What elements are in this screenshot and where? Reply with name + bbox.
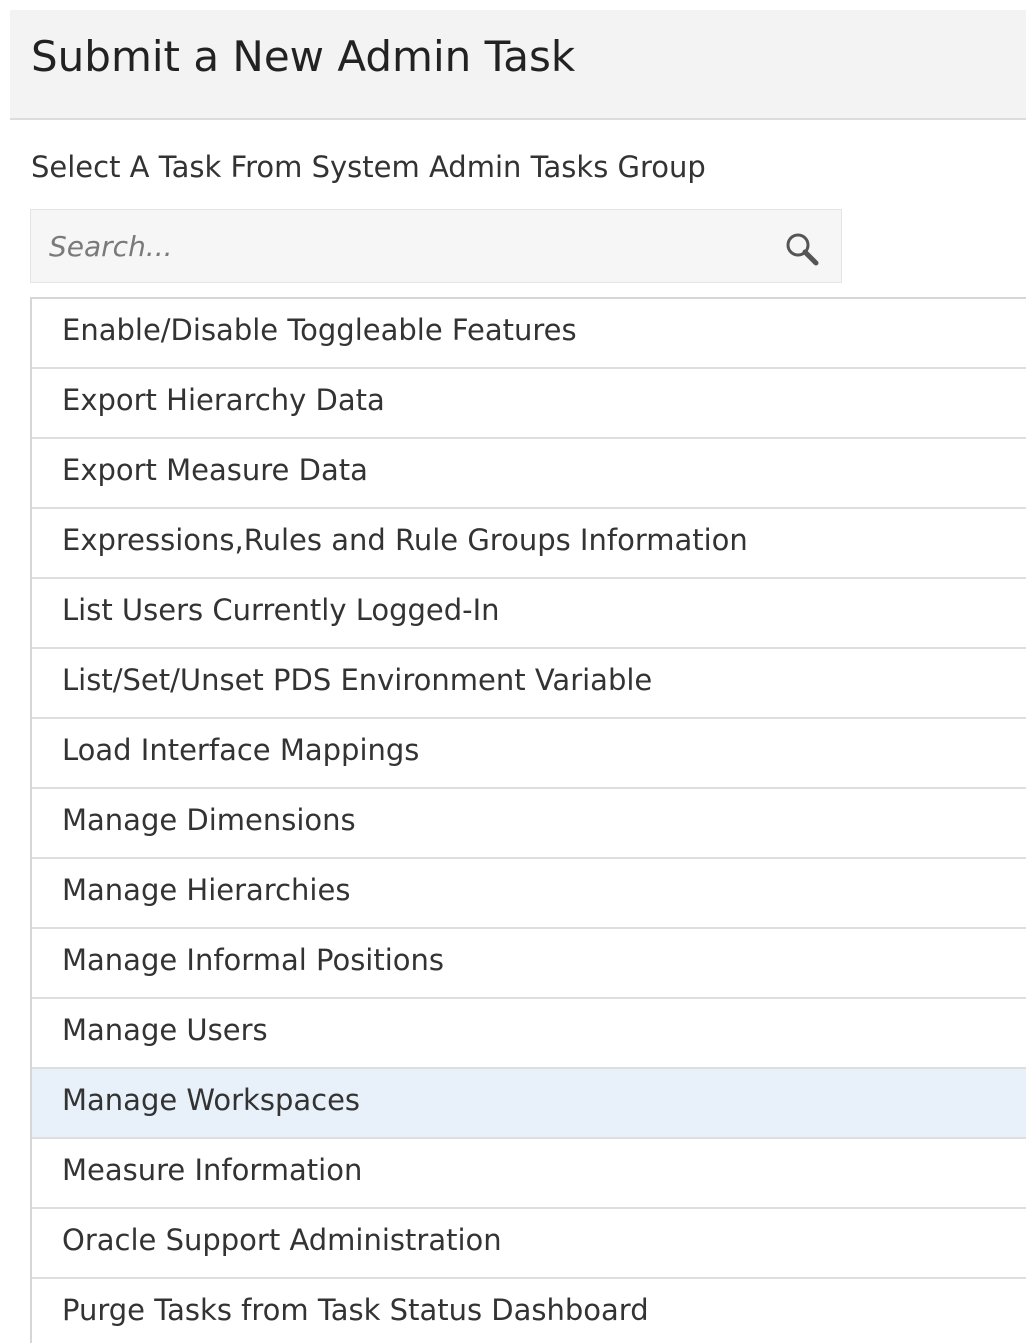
task-label: Purge Tasks from Task Status Dashboard bbox=[62, 1293, 649, 1327]
task-group-label: Select A Task From System Admin Tasks Gr… bbox=[31, 150, 706, 184]
task-item[interactable]: Export Measure Data bbox=[32, 439, 1026, 509]
task-item[interactable]: Manage Users bbox=[32, 999, 1026, 1069]
task-item[interactable]: Export Hierarchy Data bbox=[32, 369, 1026, 439]
task-label: Export Measure Data bbox=[62, 453, 368, 487]
task-item[interactable]: Manage Informal Positions bbox=[32, 929, 1026, 999]
task-label: List/Set/Unset PDS Environment Variable bbox=[62, 663, 653, 697]
task-label: Measure Information bbox=[62, 1153, 363, 1187]
task-label: Enable/Disable Toggleable Features bbox=[62, 313, 577, 347]
task-label: Manage Informal Positions bbox=[62, 943, 445, 977]
task-item[interactable]: Expressions,Rules and Rule Groups Inform… bbox=[32, 509, 1026, 579]
task-label: Oracle Support Administration bbox=[62, 1223, 502, 1257]
task-label: Load Interface Mappings bbox=[62, 733, 420, 767]
task-label: Manage Hierarchies bbox=[62, 873, 351, 907]
task-item[interactable]: Manage Dimensions bbox=[32, 789, 1026, 859]
task-label: List Users Currently Logged-In bbox=[62, 593, 500, 627]
task-item[interactable]: Load Interface Mappings bbox=[32, 719, 1026, 789]
task-item[interactable]: List Users Currently Logged-In bbox=[32, 579, 1026, 649]
task-item[interactable]: Purge Tasks from Task Status Dashboard bbox=[32, 1279, 1026, 1343]
page-title: Submit a New Admin Task bbox=[31, 32, 576, 81]
task-label: Manage Users bbox=[62, 1013, 268, 1047]
title-bar: Submit a New Admin Task bbox=[10, 10, 1026, 120]
search-input[interactable] bbox=[49, 222, 769, 270]
task-item-selected[interactable]: Manage Workspaces bbox=[32, 1069, 1026, 1139]
task-label: Manage Workspaces bbox=[62, 1083, 361, 1117]
task-list: Enable/Disable Toggleable Features Expor… bbox=[30, 297, 1026, 1343]
search-icon[interactable] bbox=[783, 230, 823, 270]
task-label: Export Hierarchy Data bbox=[62, 383, 385, 417]
task-label: Expressions,Rules and Rule Groups Inform… bbox=[62, 523, 748, 557]
task-item[interactable]: Enable/Disable Toggleable Features bbox=[32, 299, 1026, 369]
search-icon-graphic bbox=[786, 233, 819, 266]
search-box[interactable] bbox=[30, 209, 842, 283]
task-item[interactable]: Oracle Support Administration bbox=[32, 1209, 1026, 1279]
admin-task-page: Submit a New Admin Task Select A Task Fr… bbox=[0, 0, 1026, 1343]
task-item[interactable]: List/Set/Unset PDS Environment Variable bbox=[32, 649, 1026, 719]
task-item[interactable]: Manage Hierarchies bbox=[32, 859, 1026, 929]
task-item[interactable]: Measure Information bbox=[32, 1139, 1026, 1209]
task-label: Manage Dimensions bbox=[62, 803, 356, 837]
